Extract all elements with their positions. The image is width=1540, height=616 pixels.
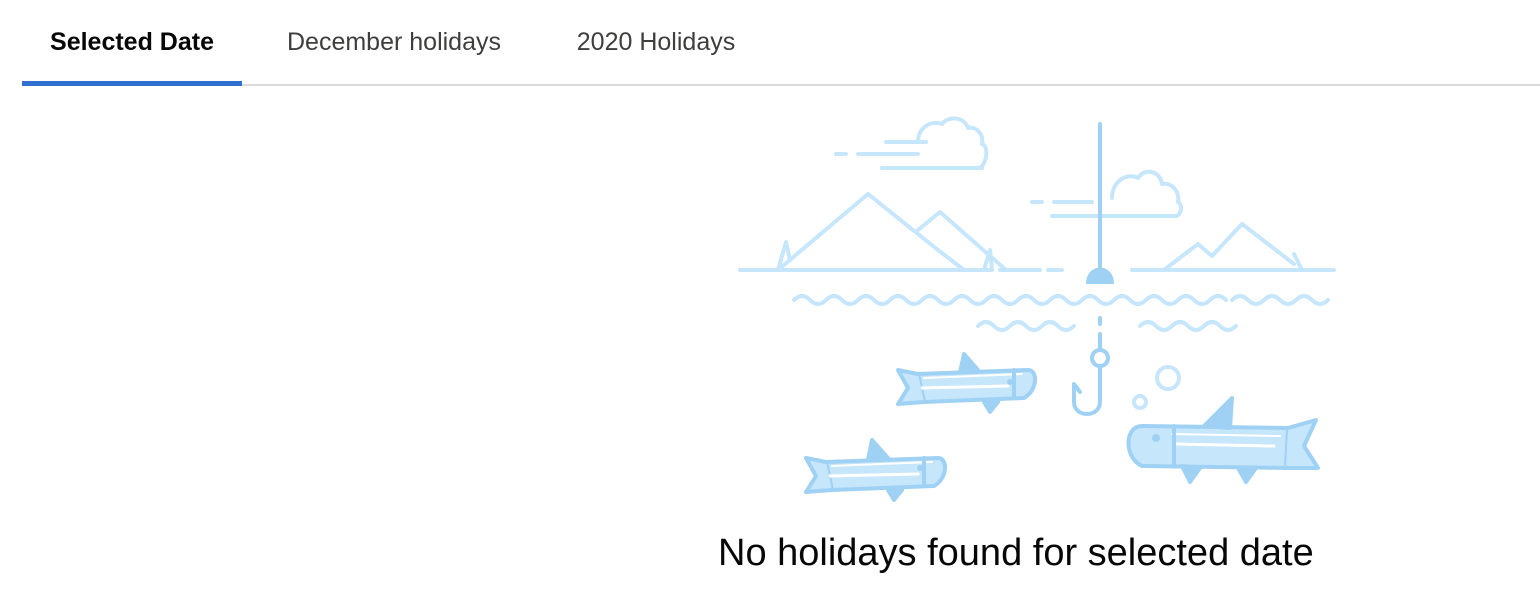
fishing-scene-icon — [738, 116, 1336, 502]
tab-bar: Selected Date December holidays 2020 Hol… — [22, 0, 1540, 86]
tab-december-holidays[interactable]: December holidays — [242, 0, 546, 84]
tab-selected-date[interactable]: Selected Date — [22, 0, 242, 86]
tab-label: Selected Date — [50, 27, 214, 56]
tab-2020-holidays[interactable]: 2020 Holidays — [546, 0, 766, 84]
tab-label: 2020 Holidays — [576, 27, 736, 56]
tab-label: December holidays — [287, 27, 501, 56]
empty-state-message: No holidays found for selected date — [718, 532, 1314, 574]
